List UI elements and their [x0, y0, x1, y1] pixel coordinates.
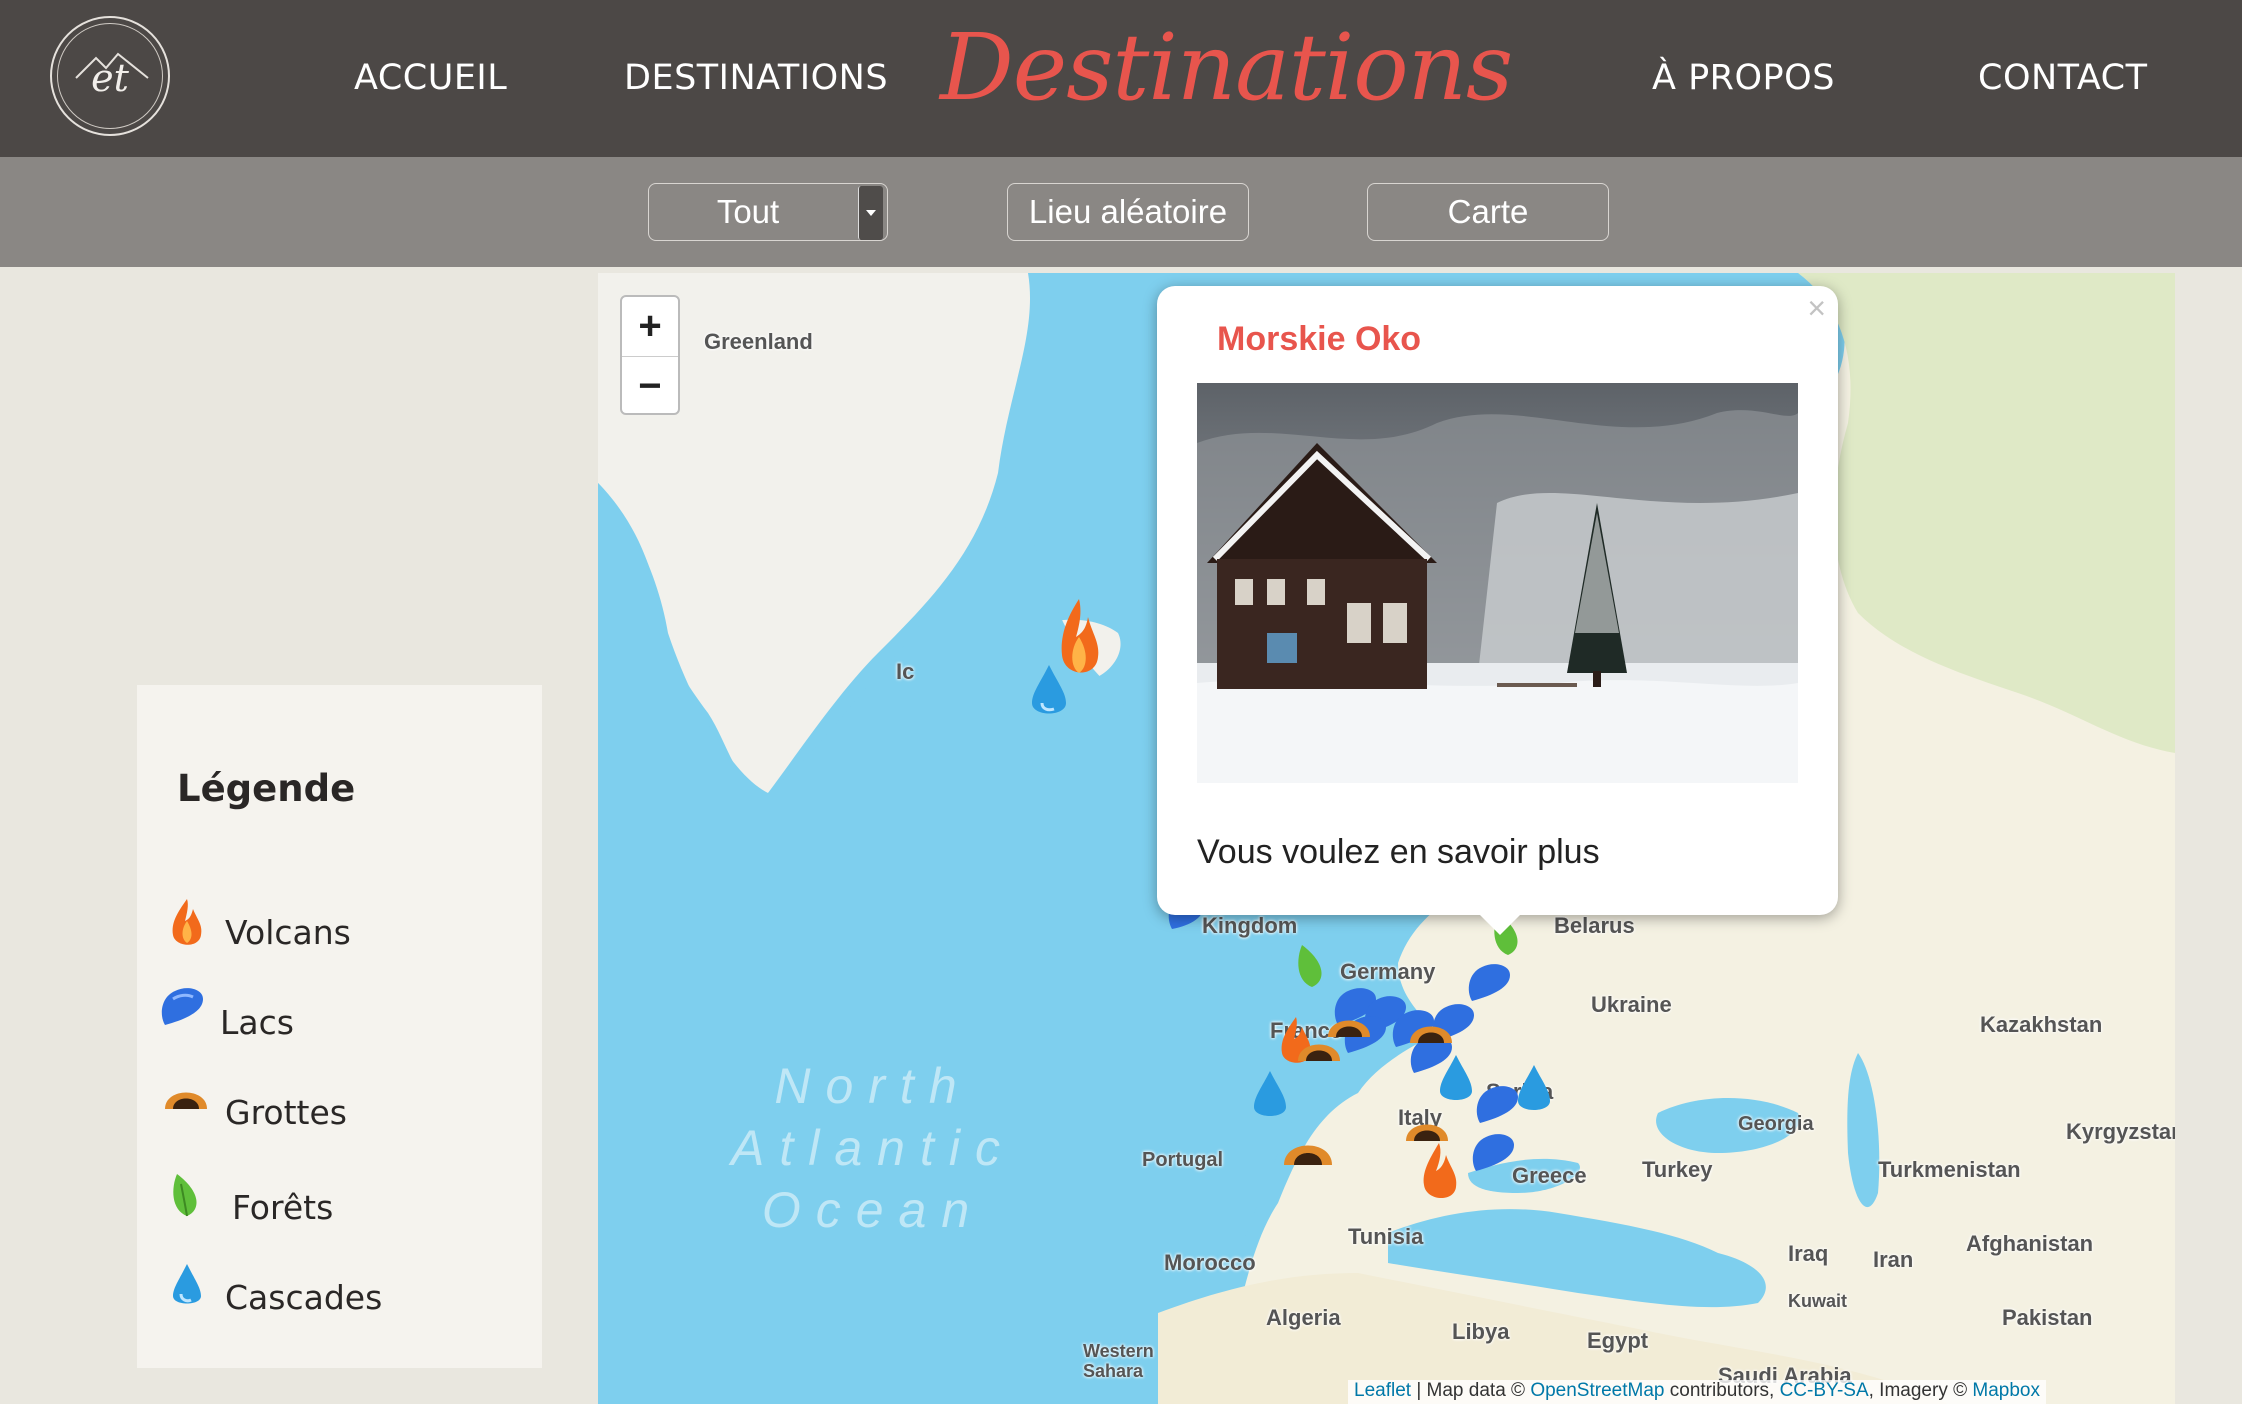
- map-attribution: Leaflet | Map data © OpenStreetMap contr…: [1348, 1380, 2046, 1404]
- logo-text: et: [91, 56, 129, 100]
- brand-title: Destinations: [940, 14, 1513, 121]
- map-label-libya: Libya: [1452, 1319, 1510, 1344]
- mapbox-link[interactable]: Mapbox: [1972, 1380, 2040, 1401]
- random-place-button[interactable]: Lieu aléatoire: [1007, 183, 1249, 241]
- map-label-turkmenistan: Turkmenistan: [1878, 1157, 2021, 1182]
- osm-link[interactable]: OpenStreetMap: [1530, 1380, 1664, 1401]
- cave-icon: [165, 1092, 207, 1109]
- chevron-down-icon[interactable]: [858, 186, 883, 240]
- lake-icon: [161, 988, 203, 1025]
- waterfall-icon[interactable]: [1250, 1069, 1290, 1123]
- waterfall-icon[interactable]: [1436, 1053, 1476, 1107]
- map-label-morocco: Morocco: [1164, 1250, 1256, 1275]
- legend-panel: Légende Volcans Lacs Grottes Forêts Casc…: [137, 685, 542, 1368]
- nav-accueil[interactable]: ACCUEIL: [354, 58, 507, 98]
- legend-label-lacs: Lacs: [220, 1003, 294, 1042]
- cave-icon[interactable]: [1326, 1009, 1372, 1039]
- attrib-text-3: , Imagery ©: [1868, 1380, 1973, 1401]
- lake-icon[interactable]: [1472, 1083, 1522, 1129]
- attrib-text-1: | Map data ©: [1411, 1380, 1531, 1401]
- map-label-georgia: Georgia: [1738, 1113, 1814, 1135]
- map-label-iceland: Ic: [896, 659, 915, 684]
- waterfall-icon[interactable]: [1026, 663, 1072, 721]
- map-label-turkey: Turkey: [1642, 1157, 1713, 1182]
- popup-photo[interactable]: [1197, 383, 1798, 783]
- zoom-control: + −: [620, 295, 680, 415]
- license-link[interactable]: CC-BY-SA: [1780, 1380, 1869, 1401]
- map-label-iran: Iran: [1873, 1247, 1914, 1272]
- volcano-icon: [172, 899, 202, 945]
- map-label-tunisia: Tunisia: [1348, 1224, 1424, 1249]
- map-label-greenland: Greenland: [704, 329, 813, 354]
- zoom-out-button[interactable]: −: [622, 357, 678, 416]
- map-button[interactable]: Carte: [1367, 183, 1609, 241]
- close-icon[interactable]: ×: [1807, 290, 1826, 327]
- map-label-western-sahara: Western Sahara: [1083, 1341, 1154, 1381]
- nav-destinations[interactable]: DESTINATIONS: [624, 58, 888, 98]
- top-nav: et ACCUEIL DESTINATIONS Destinations À P…: [0, 0, 2242, 157]
- legend-item-cascades: Cascades: [157, 1260, 527, 1320]
- cave-icon[interactable]: [1408, 1015, 1454, 1045]
- nav-contact[interactable]: CONTACT: [1978, 58, 2147, 98]
- legend-item-volcans: Volcans: [157, 895, 527, 955]
- popup-more-link[interactable]: Vous voulez en savoir plus: [1197, 833, 1600, 872]
- filter-bar: Tout Lieu aléatoire Carte: [0, 157, 2242, 267]
- attrib-text-2: contributors,: [1664, 1380, 1780, 1401]
- cave-icon[interactable]: [1404, 1113, 1450, 1143]
- legend-item-grottes: Grottes: [157, 1075, 527, 1135]
- forest-icon: [173, 1174, 197, 1217]
- map-label-kingdom: Kingdom: [1202, 913, 1298, 938]
- popup-title: Morskie Oko: [1217, 320, 1422, 358]
- legend-title: Légende: [177, 767, 356, 810]
- map-label-pakistan: Pakistan: [2002, 1305, 2093, 1330]
- map-label-portugal: Portugal: [1142, 1149, 1224, 1171]
- legend-label-forets: Forêts: [232, 1188, 334, 1227]
- map-label-iraq: Iraq: [1788, 1241, 1829, 1266]
- map-label-belarus: Belarus: [1554, 913, 1635, 938]
- popup-tip: [1478, 913, 1522, 935]
- map-label-kazakhstan: Kazakhstan: [1980, 1012, 2103, 1037]
- map-label-ocean: North Atlantic Ocean: [731, 1058, 1015, 1238]
- waterfall-icon: [173, 1264, 201, 1304]
- legend-label-grottes: Grottes: [225, 1093, 347, 1132]
- legend-label-volcans: Volcans: [225, 913, 351, 952]
- map-label-algeria: Algeria: [1266, 1305, 1341, 1330]
- category-select-value: Tout: [716, 193, 780, 230]
- map-label-egypt: Egypt: [1587, 1328, 1649, 1353]
- nav-a-propos[interactable]: À PROPOS: [1652, 58, 1835, 98]
- forest-icon[interactable]: [1292, 941, 1332, 993]
- map-label-kuwait: Kuwait: [1788, 1291, 1848, 1311]
- map-label-kyrgyzstan: Kyrgyzstan: [2066, 1119, 2175, 1144]
- category-select[interactable]: Tout: [648, 183, 888, 241]
- marker-popup: × Morskie Oko Vous voulez en savoir plus: [1157, 286, 1838, 915]
- legend-item-lacs: Lacs: [157, 985, 527, 1045]
- map-label-afghanistan: Afghanistan: [1966, 1231, 2094, 1256]
- map-label-germany: Germany: [1340, 959, 1436, 984]
- map-label-greece: Greece: [1512, 1163, 1587, 1188]
- legend-label-cascades: Cascades: [225, 1278, 383, 1317]
- leaflet-link[interactable]: Leaflet: [1354, 1380, 1411, 1401]
- logo[interactable]: et: [50, 16, 170, 136]
- lake-icon[interactable]: [1468, 1131, 1518, 1177]
- map-label-ukraine: Ukraine: [1591, 992, 1672, 1017]
- zoom-in-button[interactable]: +: [622, 297, 678, 357]
- cave-icon[interactable]: [1282, 1133, 1334, 1167]
- volcano-icon[interactable]: [1418, 1141, 1460, 1203]
- legend-item-forets: Forêts: [157, 1170, 527, 1230]
